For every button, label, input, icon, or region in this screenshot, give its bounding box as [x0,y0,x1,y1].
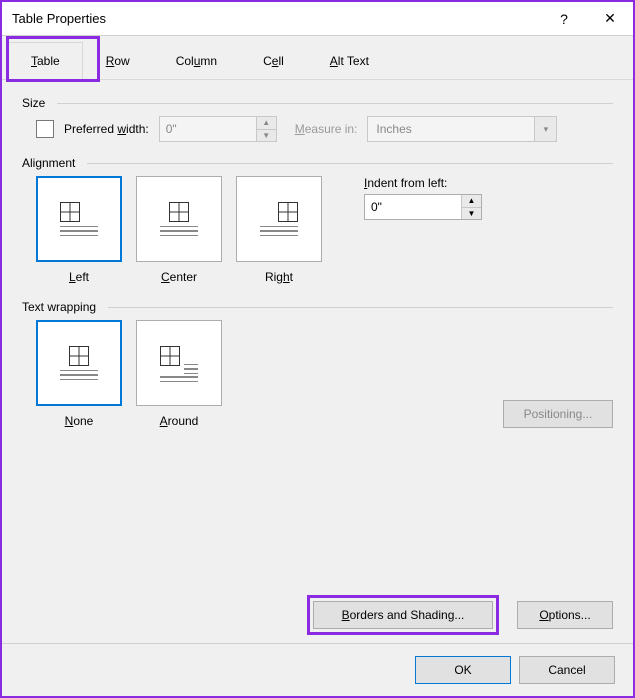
width-spin-arrows[interactable]: ▲ ▼ [256,117,276,141]
tab-alt-text[interactable]: Alt Text [307,41,392,79]
tab-table[interactable]: Table [8,42,83,80]
indent-value: 0" [365,195,461,219]
borders-shading-highlight: Borders and Shading... [307,595,499,635]
align-right-icon [258,198,300,240]
measure-in-label: Measure in: [295,122,358,136]
tab-column[interactable]: Column [153,41,240,79]
help-button[interactable]: ? [541,2,587,36]
wrap-none-box[interactable] [36,320,122,406]
align-right-box[interactable] [236,176,322,262]
window-title: Table Properties [12,11,541,26]
positioning-button: Positioning... [503,400,613,428]
align-left-option[interactable]: Left [36,176,122,284]
wrap-around-option[interactable]: Around [136,320,222,428]
spin-down-icon[interactable]: ▼ [257,130,276,142]
close-button[interactable]: ✕ [587,2,633,36]
align-center-box[interactable] [136,176,222,262]
wrap-none-label: None [65,414,94,428]
dialog-button-row: OK Cancel [2,643,633,696]
align-center-icon [158,198,200,240]
size-group-label: Size [22,96,613,110]
indent-input[interactable]: 0" ▲ ▼ [364,194,482,220]
tab-cell[interactable]: Cell [240,41,307,79]
wrap-group-label: Text wrapping [22,300,613,314]
spin-down-icon[interactable]: ▼ [462,208,481,220]
footer-buttons-row: Borders and Shading... Options... [22,595,613,635]
borders-shading-button[interactable]: Borders and Shading... [313,601,493,629]
tab-row[interactable]: Row [83,41,153,79]
measure-in-value: Inches [368,117,534,141]
table-properties-dialog: Table Properties ? ✕ Table Row Column Ce… [2,2,633,696]
spin-up-icon[interactable]: ▲ [257,117,276,130]
indent-spin-arrows[interactable]: ▲ ▼ [461,195,481,219]
measure-in-dropdown[interactable]: Inches ▾ [367,116,557,142]
wrap-around-box[interactable] [136,320,222,406]
chevron-down-icon[interactable]: ▾ [534,117,556,141]
help-icon: ? [560,11,568,27]
align-center-option[interactable]: Center [136,176,222,284]
titlebar: Table Properties ? ✕ [2,2,633,36]
indent-label: Indent from left: [364,176,482,190]
indent-block: Indent from left: 0" ▲ ▼ [364,176,482,220]
preferred-width-value: 0" [160,117,256,141]
preferred-width-input[interactable]: 0" ▲ ▼ [159,116,277,142]
preferred-width-label: Preferred width: [64,122,149,136]
preferred-width-checkbox[interactable] [36,120,54,138]
content-area: Size Preferred width: 0" ▲ ▼ Measure in:… [2,80,633,643]
align-left-box[interactable] [36,176,122,262]
align-center-label: Center [161,270,197,284]
cancel-button[interactable]: Cancel [519,656,615,684]
wrap-around-icon [158,342,200,384]
wrap-none-icon [58,342,100,384]
options-button[interactable]: Options... [517,601,613,629]
alignment-group-label: Alignment [22,156,613,170]
wrap-none-option[interactable]: None [36,320,122,428]
size-row: Preferred width: 0" ▲ ▼ Measure in: Inch… [22,116,613,142]
spin-up-icon[interactable]: ▲ [462,195,481,208]
close-icon: ✕ [604,10,616,27]
align-right-label: Right [265,270,293,284]
align-right-option[interactable]: Right [236,176,322,284]
align-left-icon [58,198,100,240]
wrap-row: None Around Positioning... [22,320,613,428]
alignment-row: Left Center [22,176,613,284]
align-left-label: Left [69,270,89,284]
tabstrip: Table Row Column Cell Alt Text [2,36,633,80]
wrap-around-label: Around [160,414,199,428]
ok-button[interactable]: OK [415,656,511,684]
